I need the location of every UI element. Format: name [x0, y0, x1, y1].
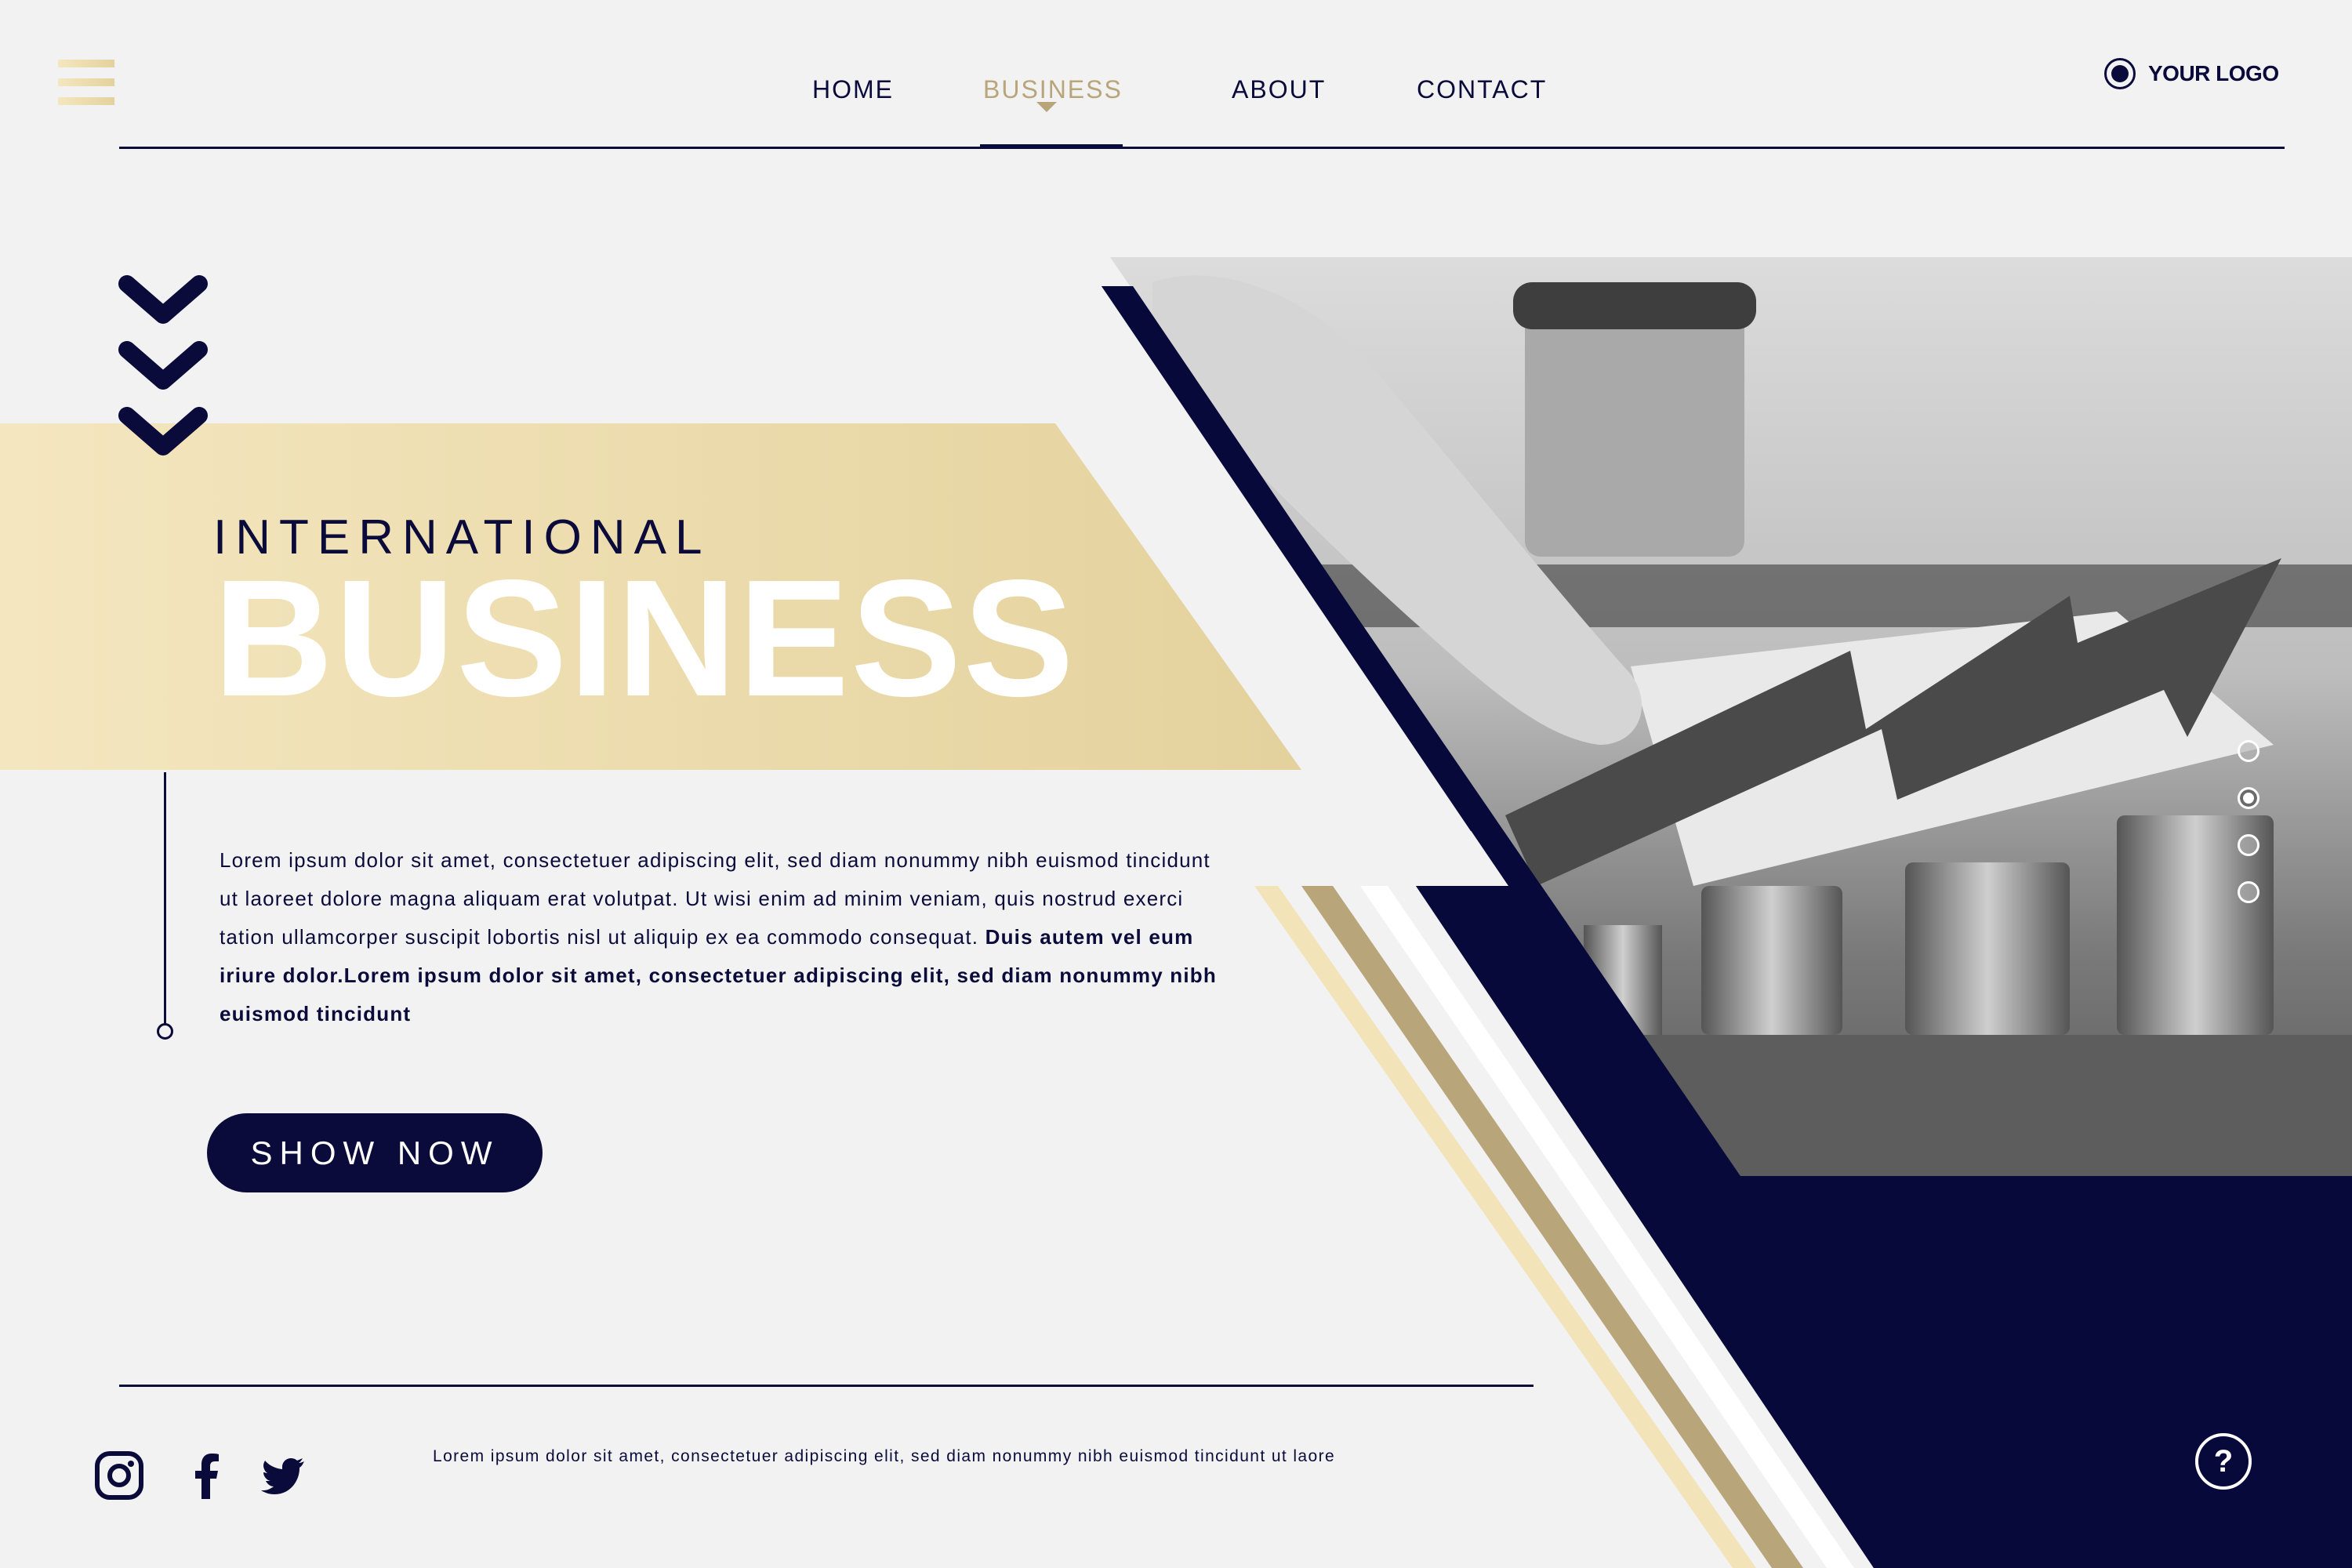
help-label: ?: [2213, 1443, 2234, 1479]
timeline-line: [164, 772, 166, 1025]
instagram-icon[interactable]: [94, 1450, 144, 1501]
nav-item-home[interactable]: HOME: [812, 75, 894, 104]
hero-title: BUSINESS: [213, 545, 1076, 731]
logo-mark-icon: [2104, 58, 2136, 89]
twitter-icon[interactable]: [257, 1450, 307, 1501]
slider-dot[interactable]: [2238, 881, 2259, 903]
facebook-icon[interactable]: [182, 1450, 232, 1501]
timeline-dot: [157, 1023, 173, 1040]
slider-dot[interactable]: [2238, 834, 2259, 856]
logo-text: YOUR LOGO: [2148, 61, 2279, 85]
caret-down-icon: [1036, 102, 1057, 112]
help-button[interactable]: ?: [2195, 1433, 2252, 1490]
header-divider: [119, 147, 2285, 149]
brand-logo[interactable]: YOUR LOGO: [2104, 56, 2279, 91]
footer-divider: [119, 1385, 1534, 1387]
hero-paragraph: Lorem ipsum dolor sit amet, consectetuer…: [220, 841, 1231, 1033]
slider-dot-active[interactable]: [2238, 787, 2259, 809]
footer-text: Lorem ipsum dolor sit amet, consectetuer…: [433, 1447, 1336, 1465]
slider-pagination: [2238, 740, 2263, 913]
nav-item-contact[interactable]: CONTACT: [1417, 75, 1547, 104]
hero-photo-composition: [1102, 257, 2352, 1568]
hero-title-band: [0, 423, 1301, 770]
chevrons-down-icon: [118, 275, 208, 456]
main-nav: HOME BUSINESS ABOUT CONTACT: [0, 75, 2352, 107]
nav-item-business[interactable]: BUSINESS: [983, 75, 1123, 104]
show-now-button[interactable]: SHOW NOW: [207, 1113, 543, 1192]
nav-item-about[interactable]: ABOUT: [1232, 75, 1326, 104]
slider-dot[interactable]: [2238, 740, 2259, 762]
